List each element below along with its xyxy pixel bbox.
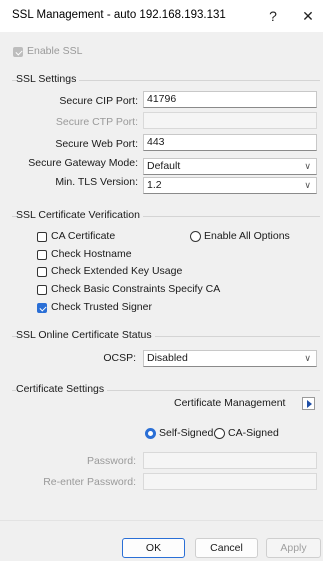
check-hostname-checkbox[interactable]	[37, 250, 47, 260]
chevron-down-icon: ∨	[304, 161, 311, 171]
secure-web-port-input[interactable]: 443	[143, 134, 317, 151]
ca-certificate-label: CA Certificate	[51, 230, 116, 242]
check-basic-constraints-label: Check Basic Constraints Specify CA	[51, 283, 221, 295]
online-status-title: SSL Online Certificate Status	[16, 329, 155, 341]
chevron-down-icon: ∨	[304, 353, 311, 363]
ocsp-value: Disabled	[147, 352, 188, 364]
ok-button[interactable]: OK	[122, 538, 185, 558]
help-icon[interactable]: ?	[260, 5, 286, 27]
window-title: SSL Management - auto 192.168.193.131	[12, 9, 226, 21]
secure-cip-port-label: Secure CIP Port:	[59, 95, 138, 107]
check-eku-label: Check Extended Key Usage	[51, 265, 183, 277]
min-tls-version-value: 1.2	[147, 179, 162, 191]
ca-signed-radio[interactable]	[214, 428, 225, 439]
secure-ctp-port-input[interactable]	[143, 112, 317, 129]
close-icon[interactable]: ✕	[295, 5, 321, 27]
ocsp-select[interactable]: Disabled ∨	[143, 350, 317, 367]
password-input[interactable]	[143, 452, 317, 469]
secure-gateway-mode-value: Default	[147, 160, 181, 172]
min-tls-version-select[interactable]: 1.2 ∨	[143, 177, 317, 194]
min-tls-version-label: Min. TLS Version:	[55, 176, 138, 188]
footer-divider	[0, 520, 323, 521]
ca-signed-label: CA-Signed	[228, 427, 279, 439]
enable-ssl-checkbox[interactable]	[13, 47, 23, 57]
check-trusted-signer-label: Check Trusted Signer	[51, 301, 152, 313]
reenter-password-label: Re-enter Password:	[43, 476, 136, 488]
secure-cip-port-input[interactable]: 41796	[143, 91, 317, 108]
cancel-button[interactable]: Cancel	[195, 538, 258, 558]
check-hostname-label: Check Hostname	[51, 248, 132, 260]
ca-certificate-checkbox[interactable]	[37, 232, 47, 242]
ssl-settings-title: SSL Settings	[16, 73, 80, 85]
certificate-management-label: Certificate Management	[174, 397, 286, 409]
apply-button[interactable]: Apply	[266, 538, 321, 558]
ocsp-label: OCSP:	[103, 352, 136, 364]
cert-verification-title: SSL Certificate Verification	[16, 209, 143, 221]
enable-ssl-label: Enable SSL	[27, 45, 83, 57]
check-eku-checkbox[interactable]	[37, 267, 47, 277]
secure-gateway-mode-label: Secure Gateway Mode:	[28, 157, 138, 169]
reenter-password-input[interactable]	[143, 473, 317, 490]
check-basic-constraints-checkbox[interactable]	[37, 285, 47, 295]
self-signed-radio[interactable]	[145, 428, 156, 439]
secure-ctp-port-label: Secure CTP Port:	[55, 116, 138, 128]
secure-web-port-label: Secure Web Port:	[55, 138, 138, 150]
enable-all-options-radio[interactable]	[190, 231, 201, 242]
title-bar: SSL Management - auto 192.168.193.131 ? …	[0, 0, 323, 32]
ssl-management-dialog: SSL Management - auto 192.168.193.131 ? …	[0, 0, 323, 561]
password-label: Password:	[86, 455, 136, 467]
play-arrow-icon[interactable]	[302, 397, 315, 410]
chevron-down-icon: ∨	[304, 180, 311, 190]
check-trusted-signer-checkbox[interactable]	[37, 303, 47, 313]
secure-gateway-mode-select[interactable]: Default ∨	[143, 158, 317, 175]
cert-settings-title: Certificate Settings	[16, 383, 108, 395]
enable-all-options-label: Enable All Options	[204, 230, 290, 242]
self-signed-label: Self-Signed	[159, 427, 214, 439]
